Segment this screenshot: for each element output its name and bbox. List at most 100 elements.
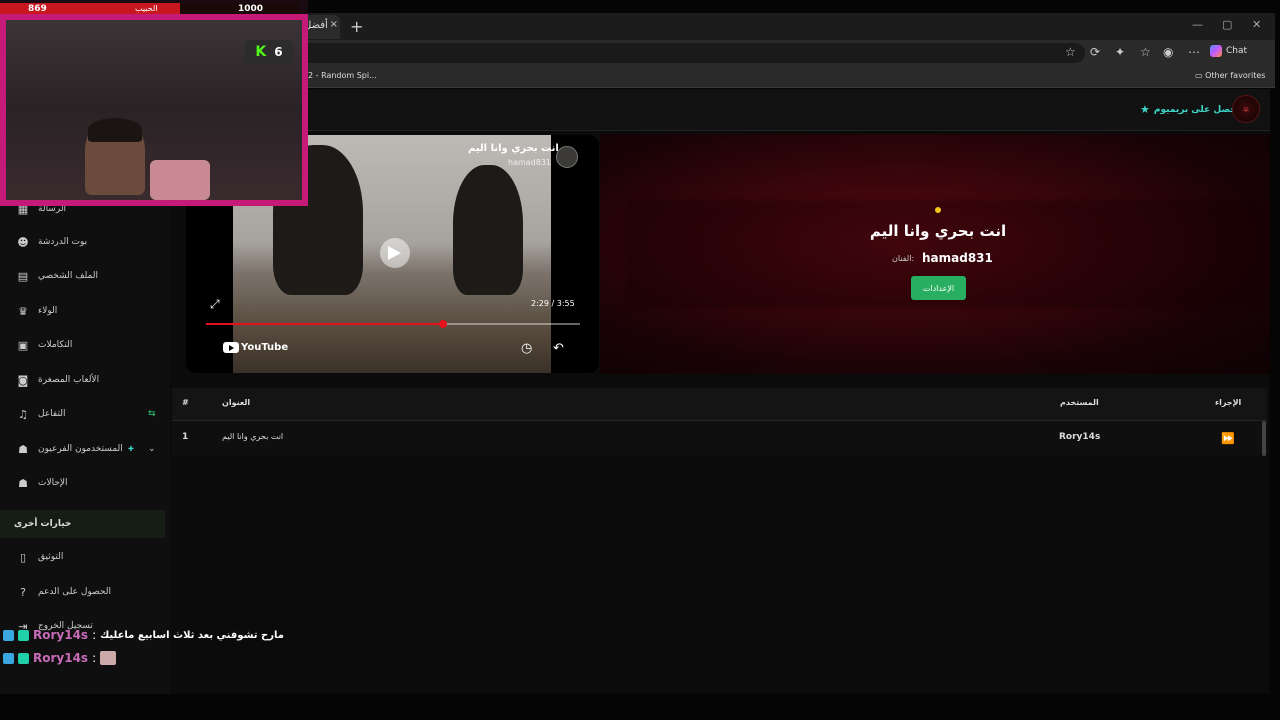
sidebar-item-label: الإحالات xyxy=(38,478,68,488)
share-icon[interactable]: ↶ xyxy=(553,341,564,356)
sidebar-item-label: التكاملات xyxy=(38,340,73,350)
kick-badge: K 6 xyxy=(245,40,293,64)
sidebar-item-integrations[interactable]: ▣ التكاملات xyxy=(0,332,165,358)
sidebar-item-label: الألعاب المصغرة xyxy=(38,375,100,385)
sidebar-item-minigames[interactable]: ◙ الألعاب المصغرة xyxy=(0,367,165,393)
favorite-item[interactable]: 2 - Random Spi... xyxy=(308,71,377,80)
video-progress-fill xyxy=(206,323,444,325)
star-icon[interactable]: ☆ xyxy=(1065,45,1076,59)
row-num: 1 xyxy=(182,432,189,442)
more-icon[interactable]: ⋯ xyxy=(1188,45,1200,59)
sidebar-item-interaction[interactable]: ♫ التفاعل ⇆ xyxy=(0,401,165,427)
music-icon: ♫ xyxy=(18,407,28,421)
sidebar-item-subusers[interactable]: ☗ المستخدمون الفرعيون ✚ ⌄ xyxy=(0,436,165,462)
sidebar-item-label: التفاعل xyxy=(38,409,66,419)
badge-icon xyxy=(18,652,29,664)
hero-song-title: انت بحري وانا اليم xyxy=(869,222,1007,240)
premium-link[interactable]: ★ احصل على بريميوم xyxy=(1140,103,1240,116)
screen: أفضل × + — ▢ ✕ ☆ ⟳ ✦ ☆ ◉ ⋯ Chat 2 - Rand… xyxy=(0,0,1280,720)
channel-avatar[interactable] xyxy=(556,146,578,168)
sidebar-section-label: خيارات أخرى xyxy=(14,519,72,529)
swap-icon: ⇆ xyxy=(148,409,156,419)
chat-label: Chat xyxy=(1226,46,1248,56)
users-icon: ☗ xyxy=(18,442,28,456)
table-scrollbar[interactable] xyxy=(1262,421,1266,456)
chat-username: Rory14s xyxy=(33,651,89,665)
video-title[interactable]: انت بحري وانا اليم xyxy=(468,143,559,154)
site-logo[interactable]: ⛧ xyxy=(1232,95,1260,123)
gamepad-icon: ◙ xyxy=(17,373,29,387)
play-icon xyxy=(388,246,401,260)
sidebar: ▦ الرسالة ☻ بوت الدردشة ▤ الملف الشخصي ♛… xyxy=(0,131,170,694)
sidebar-item-chatbot[interactable]: ☻ بوت الدردشة xyxy=(0,229,165,255)
plug-icon: ▣ xyxy=(17,338,29,352)
url-field[interactable] xyxy=(300,43,1085,63)
scroll-icon: ▯ xyxy=(19,550,27,564)
extension-icon[interactable]: ⟳ xyxy=(1090,45,1100,59)
chat-separator: : xyxy=(92,628,97,642)
close-icon[interactable]: × xyxy=(330,19,338,30)
webcam-figure xyxy=(150,160,210,200)
header-title: العنوان xyxy=(222,398,251,407)
id-card-icon: ▤ xyxy=(17,269,29,283)
hero-artist: hamad831 xyxy=(922,251,993,265)
copilot-chat-button[interactable]: Chat xyxy=(1210,45,1247,57)
favorites-icon[interactable]: ☆ xyxy=(1140,45,1151,59)
minimize-icon[interactable]: — xyxy=(1192,18,1203,31)
sidebar-item-label: الحصول على الدعم xyxy=(38,587,111,597)
copilot-icon xyxy=(1210,45,1222,57)
chat-message: Rory14s : مارح تشوفني بعد ثلاث اسابيع ما… xyxy=(3,628,284,642)
skip-icon[interactable]: ⏩ xyxy=(1221,432,1235,445)
watch-later-icon[interactable]: ◷ xyxy=(521,341,532,356)
close-window-icon[interactable]: ✕ xyxy=(1252,18,1261,31)
webcam-overlay: 869 الحبيب 1000 K 6 xyxy=(0,0,308,206)
star-icon: ★ xyxy=(1140,103,1150,116)
folder-icon: ▭ xyxy=(1195,71,1206,80)
sidebar-item-loyalty[interactable]: ♛ الولاء xyxy=(0,298,165,324)
maximize-icon[interactable]: ▢ xyxy=(1222,18,1232,31)
stream-right-count: 1000 xyxy=(238,4,264,14)
video-time: 2:29 / 3:55 xyxy=(531,299,575,308)
extensions-icon[interactable]: ✦ xyxy=(1115,45,1125,59)
sidebar-item-label: بوت الدردشة xyxy=(38,237,88,247)
header-user: المستخدم xyxy=(1060,398,1099,407)
sidebar-item-docs[interactable]: ▯ التوثيق xyxy=(0,544,165,570)
header-action: الإجراء xyxy=(1215,398,1242,407)
user-group-icon: ☗ xyxy=(18,476,28,490)
sidebar-item-label: الولاء xyxy=(38,306,58,316)
settings-button[interactable]: الإعدادات xyxy=(911,276,966,300)
video-progress-bar[interactable] xyxy=(206,320,580,328)
badge-icon xyxy=(3,652,14,664)
premium-label: احصل على بريميوم xyxy=(1153,104,1240,115)
chat-separator: : xyxy=(92,651,97,665)
chat-text: مارح تشوفني بعد ثلاث اسابيع ماعليك xyxy=(100,629,284,641)
badge-icon xyxy=(18,629,29,641)
sidebar-item-label: المستخدمون الفرعيون xyxy=(38,444,123,454)
profile-icon[interactable]: ◉ xyxy=(1163,45,1173,59)
kick-icon: K xyxy=(255,44,267,60)
webcam-hair xyxy=(88,118,142,142)
youtube-label: YouTube xyxy=(241,342,289,353)
robot-icon: ☻ xyxy=(17,235,29,249)
sidebar-item-support[interactable]: ? الحصول على الدعم xyxy=(0,579,165,605)
stream-name: الحبيب xyxy=(135,4,158,13)
youtube-logo[interactable]: YouTube xyxy=(223,342,288,353)
other-favorites[interactable]: ▭ Other favorites xyxy=(1195,71,1265,80)
other-favorites-label: Other favorites xyxy=(1205,71,1266,80)
fullscreen-icon[interactable]: ⤢ xyxy=(210,297,220,312)
table-row[interactable]: 1 انت بحري وانا اليم Rory14s ⏩ xyxy=(172,421,1267,456)
header-num: # xyxy=(182,398,189,407)
trophy-icon: ♛ xyxy=(18,304,28,318)
row-title: انت بحري وانا اليم xyxy=(222,432,284,441)
kick-count: 6 xyxy=(274,45,283,59)
sidebar-item-referrals[interactable]: ☗ الإحالات xyxy=(0,470,165,496)
new-tab-icon[interactable]: + xyxy=(350,17,363,36)
emote-icon xyxy=(100,651,117,665)
new-badge-icon: ✚ xyxy=(128,445,134,453)
chevron-down-icon[interactable]: ⌄ xyxy=(148,444,156,454)
sidebar-item-profile[interactable]: ▤ الملف الشخصي xyxy=(0,263,165,289)
stream-left-count: 869 xyxy=(28,4,47,14)
video-channel[interactable]: hamad831 xyxy=(508,158,551,167)
status-dot xyxy=(935,207,941,213)
queue-table: # العنوان المستخدم الإجراء 1 انت بحري وا… xyxy=(172,388,1267,456)
